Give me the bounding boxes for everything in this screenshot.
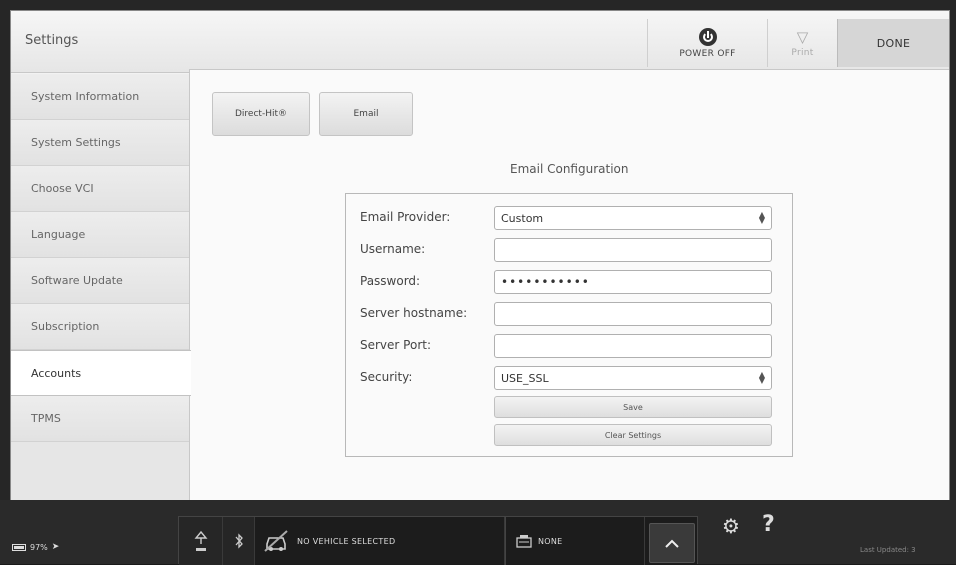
done-label: DONE <box>876 36 911 50</box>
vci-selector[interactable]: NONE <box>505 517 645 565</box>
plug-icon: ➤ <box>51 542 60 552</box>
battery-status: 97% ➤ <box>12 542 59 552</box>
status-bar: 97% ➤ NO VEHICLE SELECTED NONE ⚙ ? Last … <box>0 500 956 565</box>
username-field[interactable] <box>494 238 772 262</box>
last-updated-text: Last Updated: 3 <box>860 546 916 554</box>
bluetooth-button[interactable] <box>223 517 255 565</box>
battery-level: 97% <box>30 542 48 552</box>
signal-icon <box>194 530 207 551</box>
vci-status: NONE <box>538 536 563 546</box>
select-arrows-icon: ▲ ▼ <box>758 210 765 225</box>
security-value: USE_SSL <box>501 371 549 385</box>
security-select[interactable]: USE_SSL ▲ ▼ <box>494 366 772 390</box>
email-config-form: Email Provider: Custom ▲ ▼ Username: Pass… <box>345 193 793 457</box>
gear-icon[interactable]: ⚙ <box>722 514 740 538</box>
password-field[interactable]: ••••••••••• <box>494 270 772 294</box>
sidebar-item-label: Language <box>31 228 86 241</box>
tab-email[interactable]: Email <box>319 92 413 136</box>
email-provider-value: Custom <box>501 211 544 225</box>
done-button[interactable]: DONE <box>837 19 949 67</box>
username-label: Username: <box>360 242 426 256</box>
sidebar-item-label: System Settings <box>31 136 121 149</box>
server-hostname-field[interactable] <box>494 302 772 326</box>
signal-button[interactable] <box>179 517 223 565</box>
server-port-field[interactable] <box>494 334 772 358</box>
car-icon <box>264 530 288 552</box>
power-icon <box>698 27 717 46</box>
sidebar-item-label: Software Update <box>31 274 123 287</box>
sidebar-item-label: TPMS <box>31 412 61 425</box>
tab-label: Direct-Hit® <box>235 109 287 119</box>
battery-icon <box>12 543 26 551</box>
help-icon[interactable]: ? <box>762 512 775 537</box>
sidebar-item-label: Accounts <box>31 366 82 380</box>
settings-window: Settings POWER OFF ▽ Print DONE System I… <box>10 10 950 501</box>
server-port-label: Server Port: <box>360 338 431 352</box>
power-off-button[interactable]: POWER OFF <box>647 19 767 67</box>
sidebar-item-label: Subscription <box>31 320 100 333</box>
page-title: Settings <box>25 33 79 48</box>
expand-dock-button[interactable] <box>649 523 695 563</box>
security-label: Security: <box>360 370 413 384</box>
power-off-label: POWER OFF <box>679 48 736 59</box>
email-provider-select[interactable]: Custom ▲ ▼ <box>494 206 772 230</box>
screen: Settings POWER OFF ▽ Print DONE System I… <box>0 0 956 565</box>
email-config-title: Email Configuration <box>510 162 629 176</box>
save-button[interactable]: Save <box>494 396 772 418</box>
tab-direct-hit[interactable]: Direct-Hit® <box>212 92 310 136</box>
sidebar: System Information System Settings Choos… <box>11 74 191 501</box>
header-bar: Settings POWER OFF ▽ Print DONE <box>11 11 949 73</box>
print-button[interactable]: ▽ Print <box>767 19 837 67</box>
sidebar-item-system-settings[interactable]: System Settings <box>11 120 189 166</box>
sidebar-item-software-update[interactable]: Software Update <box>11 258 189 304</box>
server-hostname-label: Server hostname: <box>360 306 468 320</box>
chevron-up-icon <box>665 539 679 548</box>
sidebar-item-label: Choose VCI <box>31 182 94 195</box>
select-arrows-icon: ▲ ▼ <box>758 370 765 385</box>
sidebar-item-label: System Information <box>31 90 140 103</box>
sidebar-item-system-information[interactable]: System Information <box>11 74 189 120</box>
bluetooth-icon <box>235 533 243 549</box>
sidebar-item-language[interactable]: Language <box>11 212 189 258</box>
vci-icon <box>516 535 532 548</box>
password-label: Password: <box>360 274 421 288</box>
clear-settings-button[interactable]: Clear Settings <box>494 424 772 446</box>
sidebar-item-tpms[interactable]: TPMS <box>11 396 189 442</box>
vehicle-selector[interactable]: NO VEHICLE SELECTED <box>255 517 505 565</box>
vehicle-status: NO VEHICLE SELECTED <box>297 536 396 546</box>
print-label: Print <box>791 47 814 58</box>
email-provider-label: Email Provider: <box>360 210 451 224</box>
print-icon: ▽ <box>796 27 809 46</box>
vehicle-dock: NO VEHICLE SELECTED NONE <box>178 516 698 565</box>
password-value: ••••••••••• <box>501 275 590 289</box>
sidebar-item-accounts[interactable]: Accounts <box>11 350 191 396</box>
save-label: Save <box>623 402 643 412</box>
sidebar-item-choose-vci[interactable]: Choose VCI <box>11 166 189 212</box>
tab-label: Email <box>353 109 379 119</box>
sidebar-item-subscription[interactable]: Subscription <box>11 304 189 350</box>
clear-settings-label: Clear Settings <box>604 430 662 440</box>
accounts-panel: Direct-Hit® Email Email Configuration Em… <box>189 69 949 501</box>
